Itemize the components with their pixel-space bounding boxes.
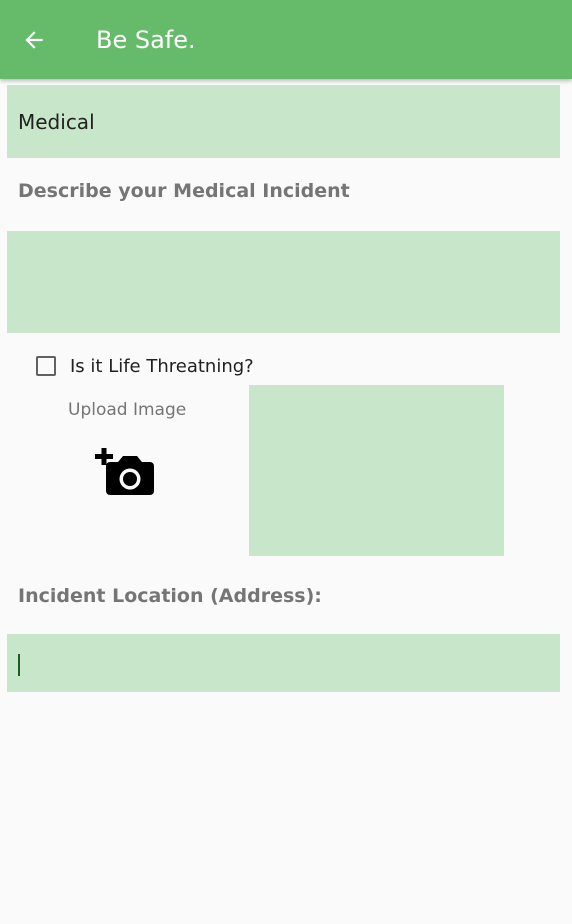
upload-image-label: Upload Image <box>68 400 187 420</box>
text-cursor <box>18 654 20 676</box>
life-threatening-checkbox[interactable] <box>36 356 56 376</box>
back-button[interactable] <box>14 20 54 60</box>
description-input[interactable] <box>7 231 560 333</box>
add-a-photo-icon <box>95 448 154 495</box>
life-threatening-checkbox-row[interactable]: Is it Life Threatning? <box>36 353 254 379</box>
arrow-left-icon <box>25 31 43 49</box>
incident-category-field[interactable]: Medical <box>7 85 560 158</box>
app-bar: Be Safe. <box>0 0 572 79</box>
life-threatening-label: Is it Life Threatning? <box>70 355 254 377</box>
location-input[interactable] <box>7 634 560 692</box>
description-label: Describe your Medical Incident <box>18 180 350 202</box>
location-label: Incident Location (Address): <box>18 585 322 607</box>
incident-category-value: Medical <box>18 110 95 134</box>
app-title: Be Safe. <box>96 26 196 54</box>
upload-image-button[interactable] <box>92 448 156 498</box>
image-preview <box>249 385 504 556</box>
